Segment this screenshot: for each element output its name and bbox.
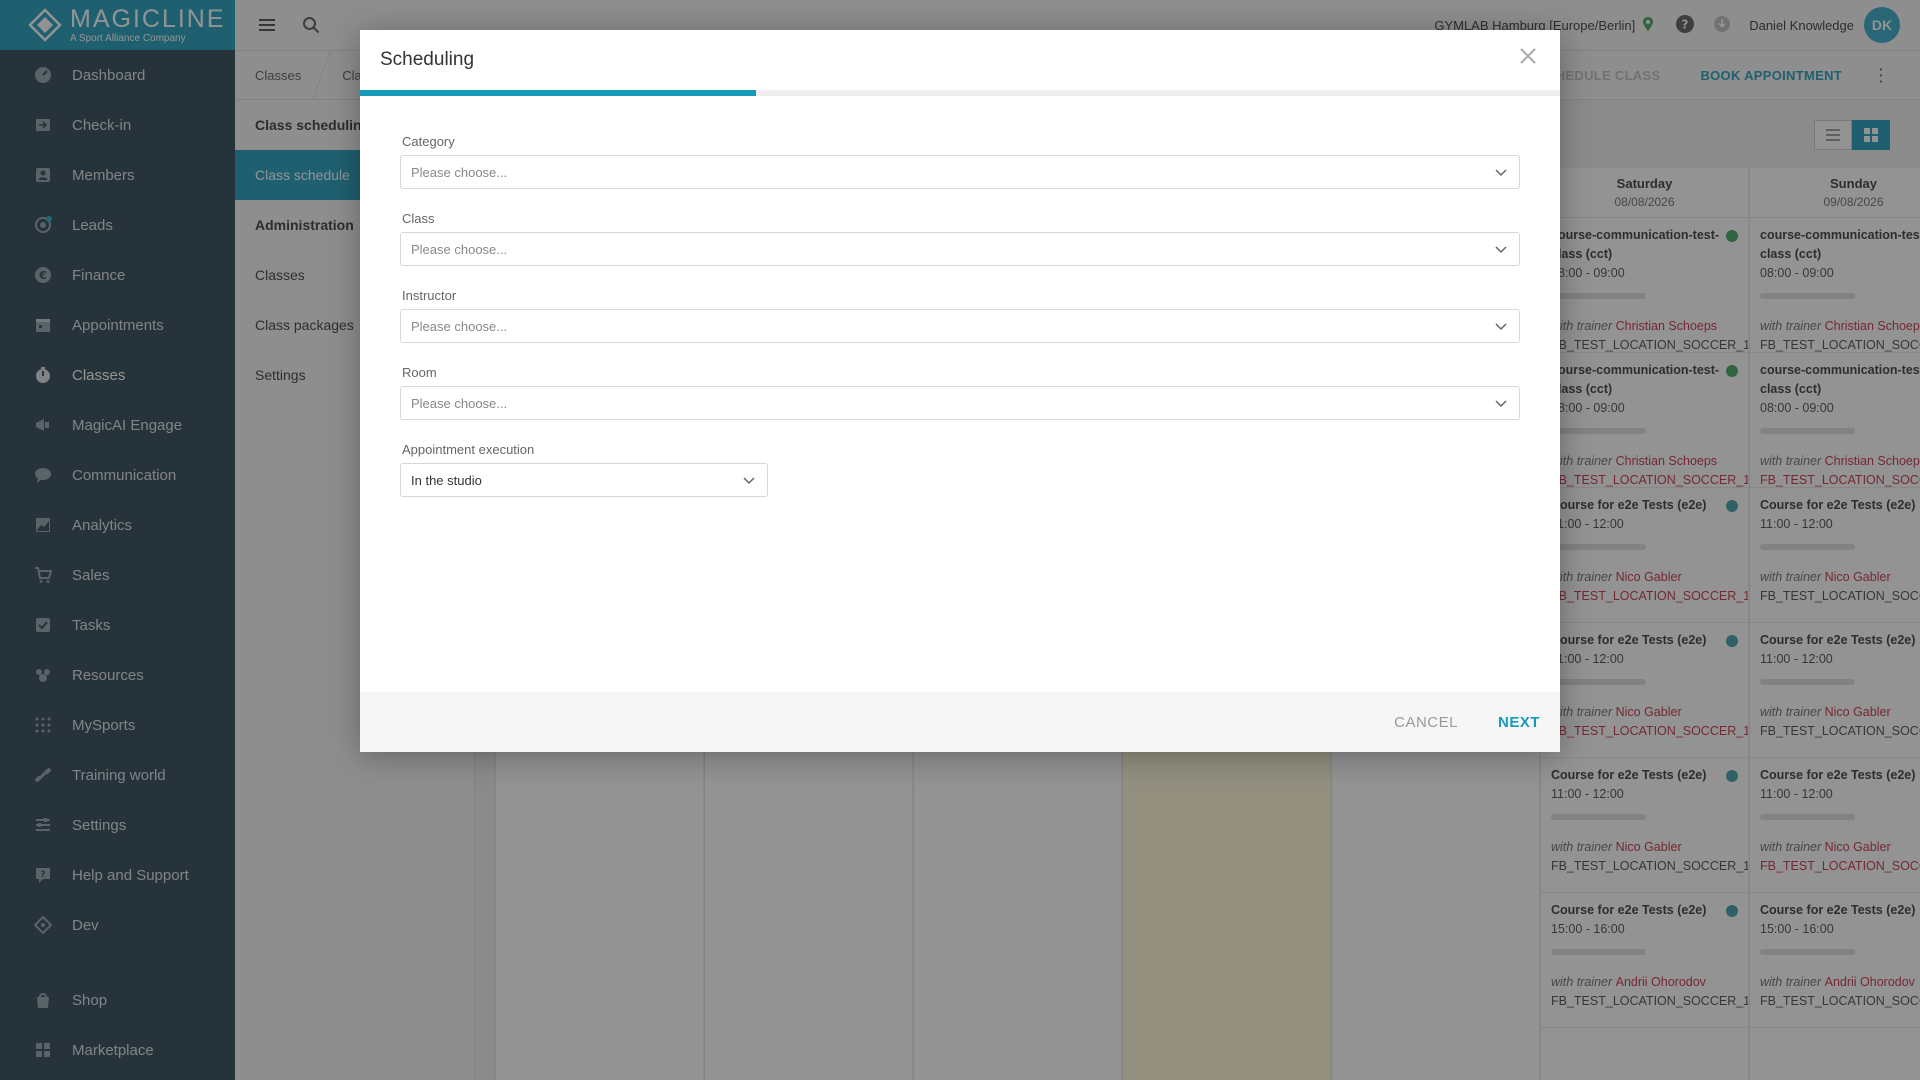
room-select[interactable]: Please choose... [400,386,1520,420]
chevron-down-icon [743,477,755,485]
execution-value: In the studio [411,472,482,488]
dialog-footer: CANCEL NEXT [360,692,1560,752]
chevron-down-icon [1495,323,1507,331]
category-label: Category [402,134,455,149]
chevron-down-icon [1495,169,1507,177]
room-field: Room Please choose... [400,365,1520,420]
scheduling-dialog: Scheduling Category Please choose... Cla… [360,30,1560,752]
instructor-field: Instructor Please choose... [400,288,1520,343]
class-field: Class Please choose... [400,211,1520,266]
chevron-down-icon [1495,246,1507,254]
class-placeholder: Please choose... [411,241,508,257]
category-placeholder: Please choose... [411,164,508,180]
class-label: Class [402,211,435,226]
execution-select[interactable]: In the studio [400,463,768,497]
category-field: Category Please choose... [400,134,1520,189]
instructor-label: Instructor [402,288,457,303]
chevron-down-icon [1495,400,1507,408]
room-label: Room [402,365,437,380]
instructor-placeholder: Please choose... [411,318,508,334]
cancel-button[interactable]: CANCEL [1394,714,1458,731]
execution-label: Appointment execution [402,442,535,457]
close-icon[interactable] [1518,46,1538,66]
execution-field: Appointment execution In the studio [400,442,1520,497]
category-select[interactable]: Please choose... [400,155,1520,189]
next-button[interactable]: NEXT [1498,714,1540,731]
room-placeholder: Please choose... [411,395,508,411]
instructor-select[interactable]: Please choose... [400,309,1520,343]
class-select[interactable]: Please choose... [400,232,1520,266]
dialog-title: Scheduling [380,49,475,70]
